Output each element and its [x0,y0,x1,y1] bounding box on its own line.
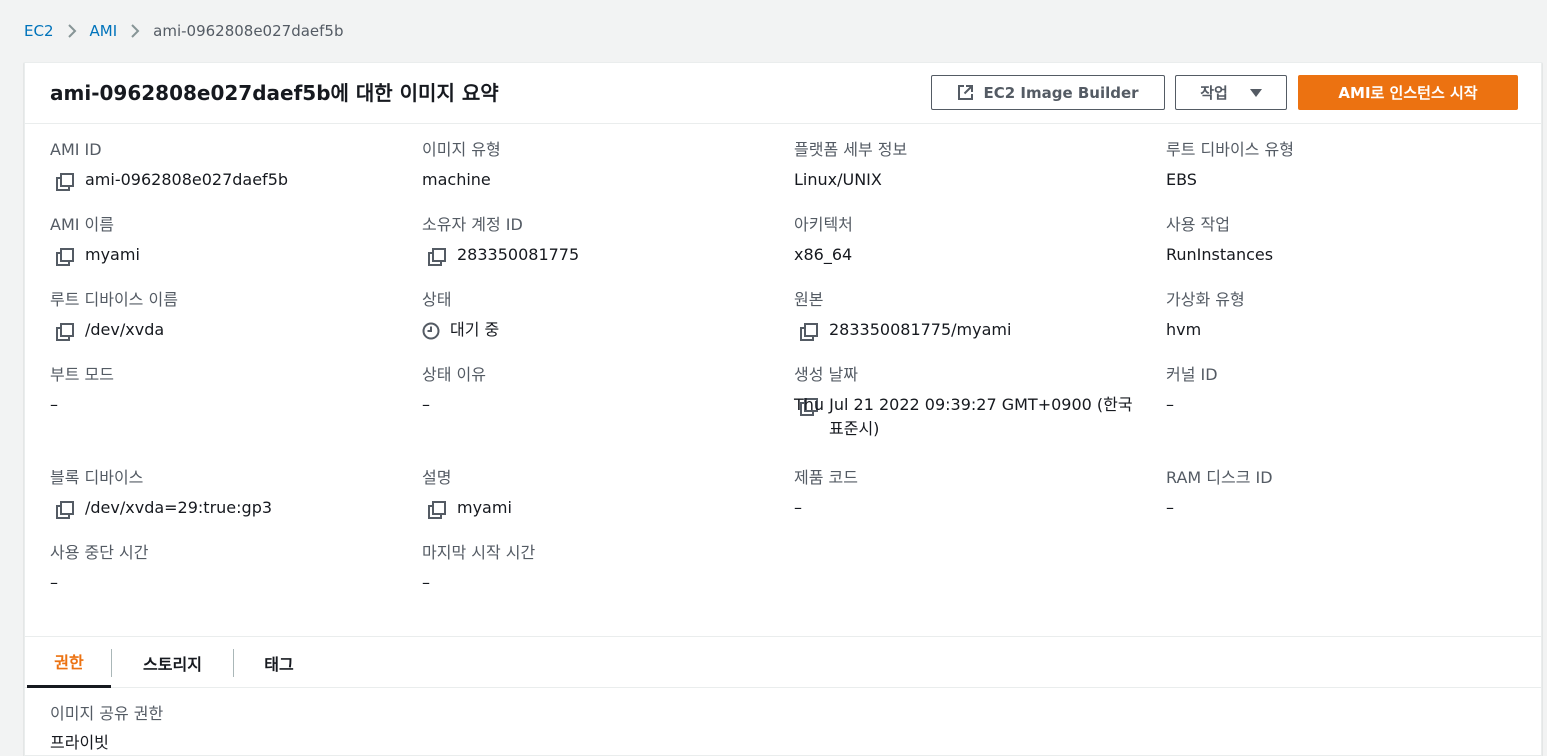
detail-tabs: 권한 스토리지 태그 [25,636,1541,688]
field-value: 283350081775 [457,245,580,264]
field-architecture: 아키텍처 x86_64 [794,214,1154,267]
field-value: – [1166,395,1174,414]
field-value: myami [85,245,140,264]
field-label: 소유자 계정 ID [422,215,523,234]
field-creation-date: 생성 날짜 Thu Jul 21 2022 09:39:27 GMT+0900 … [794,364,1154,441]
field-description: 설명 myami [422,467,782,520]
field-value: Thu Jul 21 2022 09:39:27 GMT+0900 (한국 표준… [794,395,1133,438]
copy-icon[interactable] [800,323,818,341]
field-value: EBS [1166,170,1197,189]
field-label: 제품 코드 [794,468,858,487]
field-label: 가상화 유형 [1166,290,1245,309]
field-root-device-name: 루트 디바이스 이름 /dev/xvda [50,289,410,342]
field-kernel-id: 커널 ID – [1166,364,1526,417]
field-last-launched-time: 마지막 시작 시간 – [422,542,782,595]
status-badge: 대기 중 [450,320,500,339]
field-label: 플랫폼 세부 정보 [794,140,908,159]
launch-instance-label: AMI로 인스턴스 시작 [1338,84,1478,102]
field-label: RAM 디스크 ID [1166,468,1273,487]
launch-instance-from-ami-button[interactable]: AMI로 인스턴스 시작 [1298,75,1518,110]
field-label: AMI 이름 [50,215,114,234]
field-value: /dev/xvda=29:true:gp3 [85,498,273,517]
breadcrumb-ec2[interactable]: EC2 [24,22,54,40]
external-link-icon [957,84,974,101]
field-label: 이미지 유형 [422,140,501,159]
field-value: hvm [1166,320,1202,339]
field-virtualization-type: 가상화 유형 hvm [1166,289,1526,342]
field-label: 마지막 시작 시간 [422,543,536,562]
copy-icon[interactable] [428,248,446,266]
field-label: 블록 디바이스 [50,468,144,487]
field-value: RunInstances [1166,245,1274,264]
chevron-right-icon [117,23,153,39]
image-summary-panel: ami-0962808e027daef5b에 대한 이미지 요약 EC2 Ima… [24,62,1542,756]
page-title: ami-0962808e027daef5b에 대한 이미지 요약 [50,81,499,105]
field-source: 원본 283350081775/myami [794,289,1154,342]
image-sharing-permission-label: 이미지 공유 권한 [50,704,164,723]
field-value: ami-0962808e027daef5b [85,170,289,189]
field-usage-operation: 사용 작업 RunInstances [1166,214,1526,267]
field-deprecation-time: 사용 중단 시간 – [50,542,410,595]
field-value: /dev/xvda [85,320,165,339]
image-sharing-permission-value: 프라이빗 [50,733,109,752]
field-value: myami [457,498,512,517]
field-label: 생성 날짜 [794,365,858,384]
caret-down-icon [1249,88,1262,98]
permissions-tab-content: 이미지 공유 권한 프라이빗 [50,703,163,754]
copy-icon[interactable] [428,501,446,519]
field-label: 원본 [794,290,824,309]
field-value: – [422,395,430,414]
field-label: AMI ID [50,140,102,159]
ec2-image-builder-button[interactable]: EC2 Image Builder [931,75,1165,110]
actions-label: 작업 [1200,84,1228,102]
field-state-reason: 상태 이유 – [422,364,782,417]
field-ami-id: AMI ID ami-0962808e027daef5b [50,139,410,192]
field-image-type: 이미지 유형 machine [422,139,782,192]
tab-tags[interactable]: 태그 [234,637,324,688]
field-label: 사용 중단 시간 [50,543,149,562]
field-value: – [794,498,802,517]
copy-icon[interactable] [56,323,74,341]
field-label: 부트 모드 [50,365,114,384]
breadcrumb: EC2 AMI ami-0962808e027daef5b [24,20,343,42]
field-label: 루트 디바이스 이름 [50,290,178,309]
field-value: x86_64 [794,245,853,264]
field-block-devices: 블록 디바이스 /dev/xvda=29:true:gp3 [50,467,410,520]
field-label: 설명 [422,468,452,487]
chevron-right-icon [54,23,90,39]
field-value: – [50,395,58,414]
field-state: 상태 대기 중 [422,289,782,342]
panel-header: ami-0962808e027daef5b에 대한 이미지 요약 EC2 Ima… [25,63,1541,124]
field-value: – [50,573,58,592]
field-label: 아키텍처 [794,215,853,234]
field-root-device-type: 루트 디바이스 유형 EBS [1166,139,1526,192]
field-ramdisk-id: RAM 디스크 ID – [1166,467,1526,520]
pending-clock-icon [422,322,440,340]
ec2-image-builder-label: EC2 Image Builder [983,83,1139,102]
breadcrumb-current-ami: ami-0962808e027daef5b [153,22,344,40]
field-ami-name: AMI 이름 myami [50,214,410,267]
field-owner-account-id: 소유자 계정 ID 283350081775 [422,214,782,267]
tab-storage[interactable]: 스토리지 [112,637,233,688]
tab-permissions[interactable]: 권한 [27,637,111,688]
field-label: 상태 이유 [422,365,486,384]
field-value: – [1166,498,1174,517]
field-label: 상태 [422,290,452,309]
copy-icon[interactable] [56,501,74,519]
actions-dropdown-button[interactable]: 작업 [1175,75,1287,110]
field-value: Linux/UNIX [794,170,882,189]
field-value: 283350081775/myami [829,320,1012,339]
field-platform-details: 플랫폼 세부 정보 Linux/UNIX [794,139,1154,192]
field-value: machine [422,170,491,189]
breadcrumb-ami[interactable]: AMI [90,22,118,40]
field-label: 커널 ID [1166,365,1218,384]
field-product-codes: 제품 코드 – [794,467,1154,520]
copy-icon[interactable] [56,173,74,191]
field-value: – [422,573,430,592]
field-label: 사용 작업 [1166,215,1230,234]
field-label: 루트 디바이스 유형 [1166,140,1294,159]
field-boot-mode: 부트 모드 – [50,364,410,417]
copy-icon[interactable] [56,248,74,266]
